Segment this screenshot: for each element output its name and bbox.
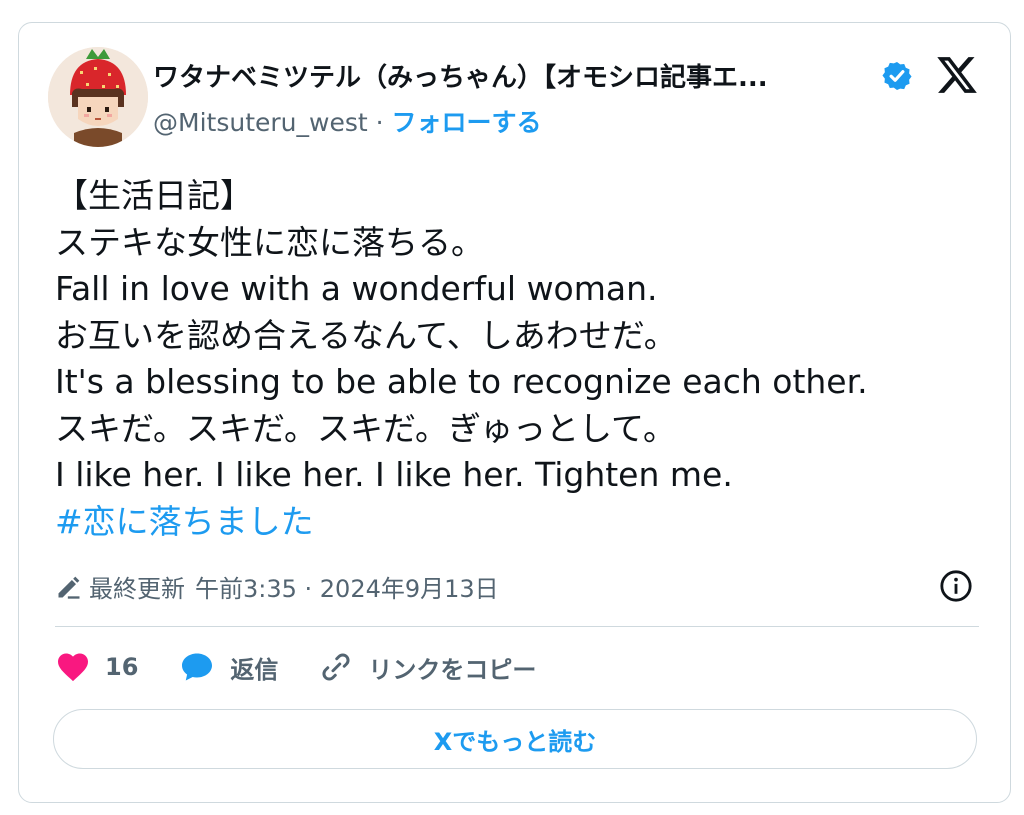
tweet-line: Fall in love with a wonderful woman. <box>55 269 658 308</box>
copy-link-label: リンクをコピー <box>368 655 537 684</box>
divider <box>55 626 979 627</box>
tweet-line: お互いを認め合えるなんて、しあわせだ。 <box>55 315 677 355</box>
tweet-line: It's a blessing to be able to recognize … <box>55 362 868 401</box>
verified-badge-icon <box>882 62 912 90</box>
link-icon <box>322 653 350 681</box>
tweet-card: ワタナベミツテル（みっちゃん）【オモシロ記事エ... @Mitsuteru_we… <box>18 22 1011 803</box>
edit-pencil-icon <box>58 576 80 599</box>
tweet-text: 【生活日記】 ステキな女性に恋に落ちる。 Fall in love with a… <box>55 173 995 545</box>
x-logo-icon[interactable] <box>935 53 979 97</box>
handle-separator: · <box>367 108 392 137</box>
author-display-name[interactable]: ワタナベミツテル（みっちゃん）【オモシロ記事エ... <box>153 57 873 94</box>
reply-label: 返信 <box>230 655 279 684</box>
avatar-image <box>48 47 148 147</box>
tweet-line: ステキな女性に恋に落ちる。 <box>55 222 484 262</box>
tweet-line: I like her. I like her. I like her. Tigh… <box>55 455 733 494</box>
info-icon[interactable] <box>939 569 973 603</box>
tweet-line: 【生活日記】 <box>55 176 253 215</box>
author-handle-row: @Mitsuteru_west · フォローする <box>153 103 542 139</box>
like-count: 16 <box>105 653 139 681</box>
avatar[interactable] <box>48 47 148 147</box>
read-more-button[interactable]: Xでもっと読む <box>53 709 977 769</box>
tweet-actions: 16 返信 リンクをコピー <box>55 647 576 687</box>
author-handle[interactable]: @Mitsuteru_west <box>153 108 368 137</box>
timestamp[interactable]: 午前3:35 · 2024年9月13日 <box>195 569 499 604</box>
reply-button[interactable]: 返信 <box>178 649 278 685</box>
tweet-meta: 最終更新 午前3:35 · 2024年9月13日 <box>55 569 499 604</box>
heart-icon <box>58 653 88 682</box>
hashtag-link[interactable]: #恋に落ちました <box>55 499 995 546</box>
reply-bubble-icon <box>182 653 213 681</box>
copy-link-button[interactable]: リンクをコピー <box>318 649 536 685</box>
follow-link[interactable]: フォローする <box>392 108 542 137</box>
tweet-line: スキだ。スキだ。スキだ。ぎゅっとして。 <box>55 408 677 448</box>
like-button[interactable]: 16 <box>55 649 138 685</box>
edited-label[interactable]: 最終更新 <box>89 569 185 604</box>
